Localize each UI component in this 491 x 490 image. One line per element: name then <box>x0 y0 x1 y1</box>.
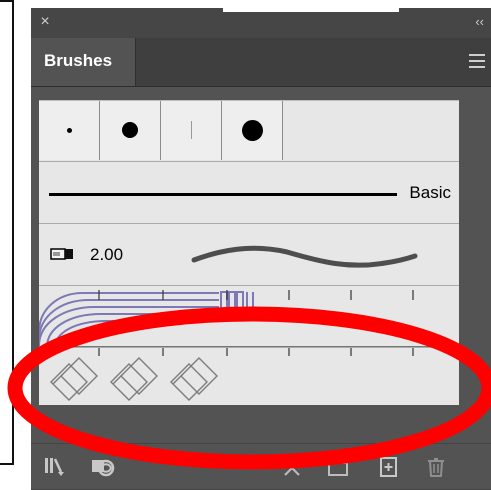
brushes-panel: × ‹‹ Brushes Basic 2.00 <box>31 8 491 490</box>
libraries-panel-icon[interactable] <box>89 453 117 481</box>
screenshot-stage: × ‹‹ Brushes Basic 2.00 <box>0 0 491 490</box>
panel-tab-bar: Brushes <box>31 38 491 87</box>
menu-line <box>469 60 485 62</box>
remove-stroke-icon[interactable] <box>279 453 307 481</box>
trash-icon <box>428 458 444 477</box>
brush-library: Basic 2.00 <box>39 100 459 405</box>
remove-stroke-glyph <box>284 460 300 476</box>
art-brush-row[interactable]: 2.00 <box>39 223 459 285</box>
brush-libraries-icon[interactable] <box>41 453 69 481</box>
menu-line <box>469 66 485 68</box>
brush-swatch-medium-dot[interactable] <box>100 101 161 160</box>
brush-swatch-large-dot[interactable] <box>222 101 283 160</box>
new-brush-icon[interactable] <box>375 453 403 481</box>
thin-line-icon <box>191 121 192 139</box>
top-white-gap <box>223 8 399 12</box>
art-brush-stroke-preview <box>191 245 418 268</box>
brush-libraries-glyph <box>45 458 64 476</box>
diamond-pattern-brush-row[interactable] <box>39 347 459 405</box>
medium-dot-icon <box>122 122 138 138</box>
new-brush-glyph <box>380 457 397 477</box>
panel-footer <box>31 443 491 490</box>
basic-brush-label: Basic <box>409 183 451 202</box>
brush-options-icon[interactable] <box>325 453 353 481</box>
panel-title-bar: × ‹‹ <box>31 8 491 38</box>
libraries-panel-glyph <box>92 459 115 477</box>
brush-size-icon <box>50 248 73 260</box>
pattern-brush-row[interactable] <box>39 285 459 348</box>
pattern-brush-preview <box>39 290 459 348</box>
diamond-brush-preview <box>50 348 414 401</box>
tab-brushes[interactable]: Brushes <box>31 38 136 86</box>
small-dot-icon <box>67 128 72 133</box>
brush-swatch-small-dot[interactable] <box>39 101 100 160</box>
double-chevron-left-icon[interactable]: ‹‹ <box>466 15 484 29</box>
tab-brushes-label: Brushes <box>44 51 113 70</box>
brush-swatch-thin-line[interactable] <box>161 101 222 160</box>
basic-brush-row[interactable]: Basic <box>39 161 459 223</box>
basic-stroke-preview <box>49 193 397 196</box>
delete-brush-icon[interactable] <box>422 453 450 481</box>
brush-options-glyph <box>328 458 348 476</box>
document-edge <box>0 0 14 465</box>
hamburger-menu-icon[interactable] <box>469 54 485 68</box>
calligraphic-brush-row <box>39 101 459 161</box>
large-dot-icon <box>242 120 263 141</box>
brush-size-label: 2.00 <box>90 245 124 264</box>
menu-line <box>469 54 485 56</box>
close-icon[interactable]: × <box>37 14 53 30</box>
